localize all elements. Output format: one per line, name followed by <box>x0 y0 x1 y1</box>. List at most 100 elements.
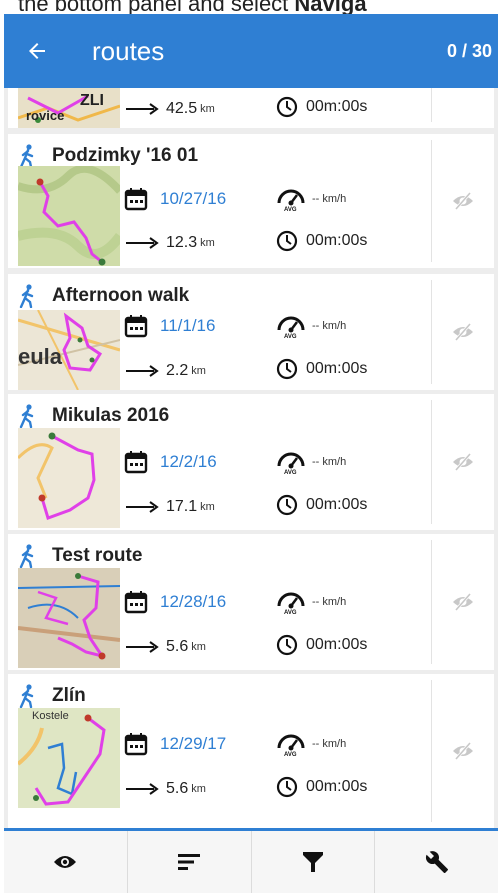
distance-value: 5.6 <box>166 638 189 655</box>
walking-icon <box>19 144 34 168</box>
route-list[interactable]: ZLI rovice 42.5 km 00m:00s Podzimky '16 … <box>4 88 498 828</box>
distance-unit: km <box>191 365 206 377</box>
duration-value: 00m:00s <box>306 360 368 377</box>
calendar-icon <box>124 188 148 211</box>
sort-button[interactable] <box>128 831 252 893</box>
calendar-icon <box>124 733 148 756</box>
route-thumbnail: eula <box>18 310 120 390</box>
back-button[interactable] <box>4 14 70 88</box>
arrow-right-icon <box>126 641 159 653</box>
distance-value: 17.1 <box>166 498 198 515</box>
distance-value: 5.6 <box>166 780 189 797</box>
tools-button[interactable] <box>375 831 498 893</box>
duration-value: 00m:00s <box>306 98 368 115</box>
filter-icon <box>302 852 323 872</box>
walking-icon <box>19 404 34 428</box>
speedometer-icon: AVG <box>277 316 305 339</box>
selection-count: 0 / 30 <box>446 40 492 61</box>
route-date: 12/28/16 <box>160 592 227 611</box>
arrow-right-icon <box>126 237 159 249</box>
thumb-label: ZLI <box>80 92 104 109</box>
svg-text:AVG: AVG <box>284 334 297 339</box>
route-name: Test route <box>52 545 143 566</box>
eye-off-icon <box>453 592 473 612</box>
speedometer-icon: AVG <box>277 189 305 212</box>
clock-icon <box>276 358 298 380</box>
thumb-label: eula <box>18 344 63 369</box>
distance-unit: km <box>191 641 206 653</box>
arrow-left-icon <box>29 43 45 59</box>
speedometer-icon: AVG <box>277 592 305 615</box>
calendar-icon <box>124 591 148 614</box>
arrow-right-icon <box>126 103 159 115</box>
route-thumbnail <box>18 568 120 668</box>
calendar-icon <box>124 315 148 338</box>
distance-value: 42.5 <box>166 100 198 117</box>
distance-unit: km <box>191 783 206 795</box>
duration-value: 00m:00s <box>306 496 368 513</box>
eye-off-icon <box>453 452 473 472</box>
app-bar: routes 0 / 30 <box>4 14 498 88</box>
visibility-toggle[interactable] <box>431 400 494 524</box>
distance-value: 2.2 <box>166 362 189 379</box>
list-item[interactable]: Zlín Kostele 12/29/17 AVG -- km/h 5.6 km… <box>8 674 494 828</box>
route-name: Podzimky '16 01 <box>52 145 199 166</box>
caption-prefix: the bottom panel and select <box>18 0 295 14</box>
eye-off-icon <box>453 191 473 211</box>
arrow-right-icon <box>126 501 159 513</box>
top-caption: the bottom panel and select Naviga <box>0 0 498 14</box>
duration-value: 00m:00s <box>306 778 368 795</box>
walking-icon <box>19 284 34 308</box>
route-date: 10/27/16 <box>160 189 227 208</box>
avg-speed: -- km/h <box>312 456 347 468</box>
distance-unit: km <box>200 103 215 115</box>
visibility-toggle[interactable] <box>431 140 494 262</box>
route-name: Mikulas 2016 <box>52 405 170 426</box>
arrow-right-icon <box>126 783 159 795</box>
list-item[interactable]: Podzimky '16 01 10/27/16 AVG -- km/h 12.… <box>8 134 494 268</box>
list-item[interactable]: Afternoon walk eula 11/1/16 AVG -- km/h … <box>8 274 494 390</box>
avg-speed: -- km/h <box>312 193 347 205</box>
route-date: 12/29/17 <box>160 734 227 753</box>
arrow-right-icon <box>126 365 159 377</box>
list-item-partial[interactable]: ZLI rovice 42.5 km 00m:00s <box>8 88 494 128</box>
list-item[interactable]: Test route 12/28/16 AVG -- km/h 5.6 km 0… <box>8 534 494 670</box>
distance-value: 12.3 <box>166 234 198 251</box>
route-name: Afternoon walk <box>52 285 190 306</box>
calendar-icon <box>124 451 148 474</box>
avg-speed: -- km/h <box>312 596 347 608</box>
visibility-toggle[interactable] <box>431 680 494 822</box>
route-date: 11/1/16 <box>160 316 216 335</box>
walking-icon <box>19 684 34 708</box>
avg-speed: -- km/h <box>312 738 347 750</box>
clock-icon <box>276 776 298 798</box>
route-thumbnail: Kostele <box>18 708 120 808</box>
visibility-toggle[interactable] <box>431 540 494 664</box>
clock-icon <box>276 634 298 656</box>
route-date: 12/2/16 <box>160 452 217 471</box>
thumb-label-2: rovice <box>26 108 65 123</box>
wrench-icon <box>425 851 448 873</box>
filter-button[interactable] <box>252 831 376 893</box>
sort-icon <box>178 854 201 870</box>
svg-text:AVG: AVG <box>284 470 297 475</box>
speedometer-icon: AVG <box>277 452 305 475</box>
svg-text:AVG: AVG <box>284 752 297 757</box>
distance-unit: km <box>200 237 215 249</box>
visibility-button[interactable] <box>4 831 128 893</box>
eye-off-icon <box>453 741 473 761</box>
visibility-toggle[interactable] <box>431 280 494 384</box>
clock-icon <box>276 96 298 118</box>
eye-icon <box>54 856 77 868</box>
avg-speed: -- km/h <box>312 320 347 332</box>
page-title: routes <box>92 35 165 66</box>
route-thumbnail <box>18 166 120 266</box>
list-item[interactable]: Mikulas 2016 12/2/16 AVG -- km/h 17.1 km… <box>8 394 494 530</box>
duration-value: 00m:00s <box>306 636 368 653</box>
svg-text:AVG: AVG <box>284 610 297 615</box>
visibility-toggle[interactable] <box>431 88 494 122</box>
route-name: Zlín <box>52 685 86 706</box>
route-thumbnail <box>18 428 120 528</box>
eye-off-icon <box>453 322 473 342</box>
clock-icon <box>276 230 298 252</box>
